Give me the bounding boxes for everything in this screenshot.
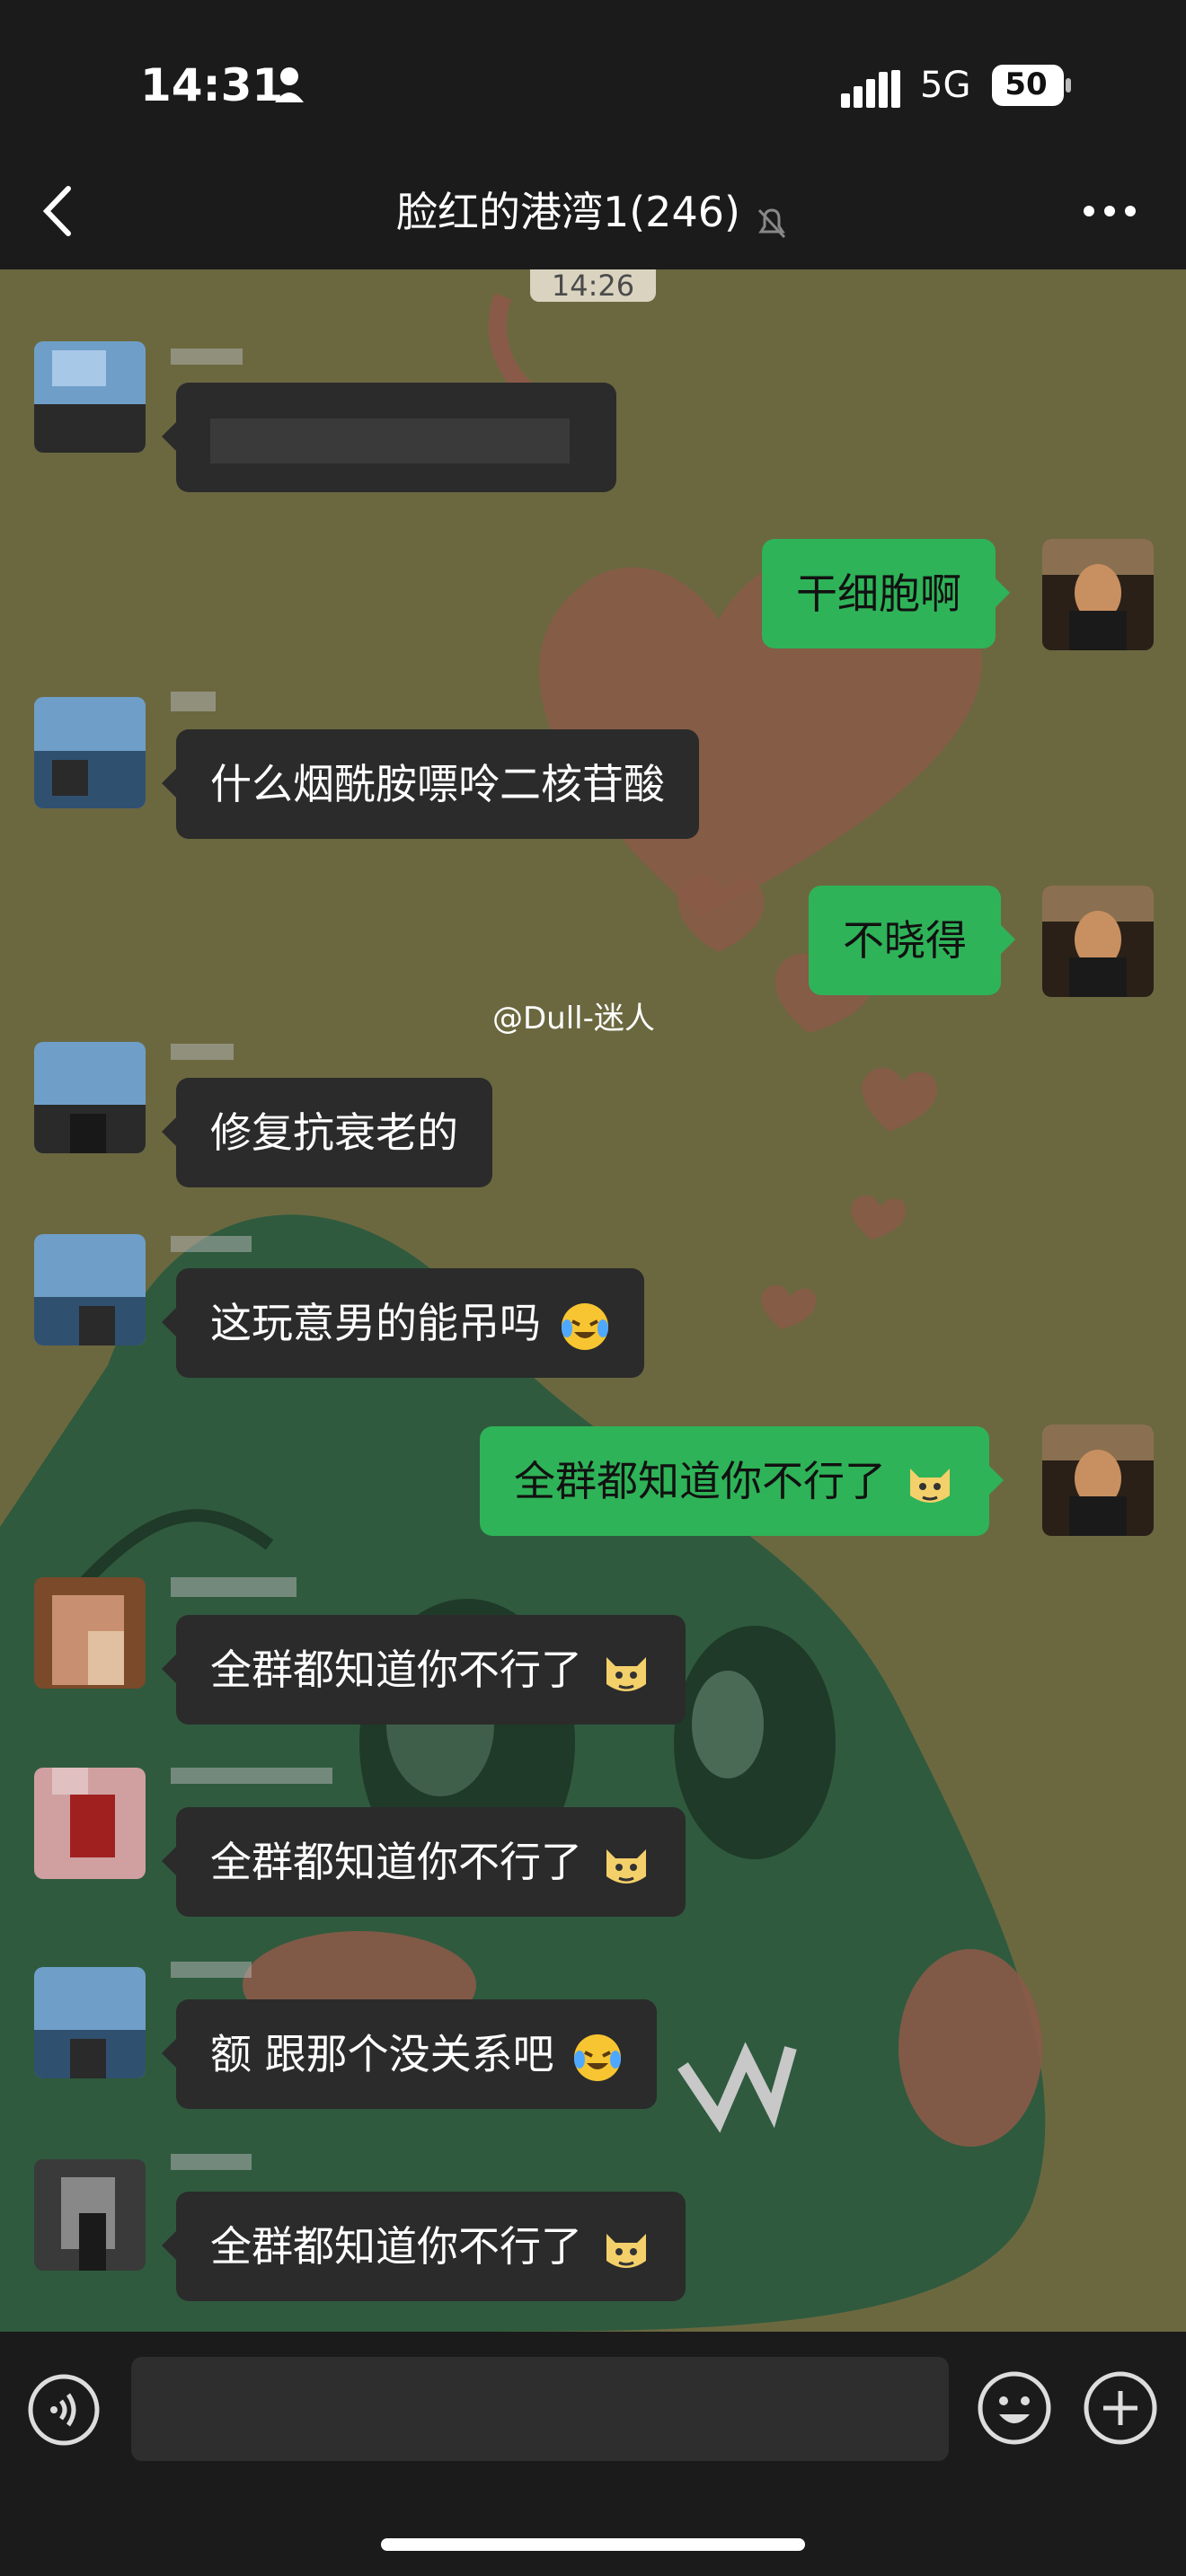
message-text: 全群都知道你不行了 (514, 1457, 886, 1505)
avatar[interactable] (34, 1234, 146, 1345)
sender-name (171, 1231, 270, 1257)
chat-title-area: 脸红的港湾1(246) (270, 180, 916, 241)
back-button[interactable] (36, 180, 81, 243)
message-bubble[interactable]: 全群都知道你不行了 (162, 2192, 686, 2301)
message-text: 不晓得 (843, 916, 967, 965)
voice-button[interactable] (27, 2373, 101, 2447)
sender-name (171, 343, 270, 370)
avatar[interactable] (34, 1967, 146, 2078)
mute-bell-icon (757, 207, 786, 238)
laugh-cry-emoji (561, 1302, 608, 1350)
chat-screen: 14:26 @Dull-迷人 干细胞啊 什么烟酰胺嘌呤二核苷酸 不晓得 修复抗衰… (0, 0, 1186, 2576)
sender-name (171, 1762, 386, 1789)
emoji-button[interactable] (976, 2369, 1053, 2447)
message-bubble[interactable]: 修复抗衰老的 (162, 1078, 492, 1187)
smug-cat-emoji (606, 1656, 646, 1691)
message-text: 修复抗衰老的 (210, 1108, 458, 1157)
message-text: 什么烟酰胺嘌呤二核苷酸 (210, 760, 665, 808)
chat-title: 脸红的港湾1(246) (395, 188, 740, 236)
add-attachment-button[interactable] (1082, 2369, 1159, 2447)
person-icon (275, 67, 304, 102)
message-bubble[interactable]: 干细胞啊 (762, 539, 1010, 648)
avatar[interactable] (34, 1768, 146, 1879)
home-indicator (381, 2538, 805, 2551)
sender-name (171, 1574, 368, 1601)
sender-name (171, 2148, 270, 2175)
message-text: 全群都知道你不行了 (210, 1838, 582, 1886)
sender-name (171, 1038, 270, 1065)
my-avatar[interactable] (1042, 1425, 1154, 1536)
avatar[interactable] (34, 1042, 146, 1153)
laugh-cry-emoji (574, 2033, 622, 2081)
message-bubble[interactable]: 这玩意男的能吊吗 (162, 1268, 644, 1378)
sender-name (171, 1956, 270, 1983)
message-text: 额 跟那个没关系吧 (210, 2030, 554, 2078)
message-bubble[interactable]: 额 跟那个没关系吧 (161, 1999, 658, 2109)
message-bubble[interactable]: 全群都知道你不行了 (480, 1426, 1004, 1536)
watermark-text: @Dull-迷人 (492, 1001, 655, 1037)
my-avatar[interactable] (1042, 539, 1154, 650)
message-timestamp: 14:26 (530, 269, 656, 302)
message-bubble[interactable]: 什么烟酰胺嘌呤二核苷酸 (162, 729, 699, 839)
avatar[interactable] (34, 1577, 146, 1689)
message-text: 这玩意男的能吊吗 (210, 1299, 541, 1347)
message-text: 全群都知道你不行了 (210, 1645, 582, 1694)
sender-name (171, 688, 225, 715)
smug-cat-emoji (909, 1468, 950, 1503)
message-bubble[interactable] (162, 383, 616, 492)
avatar[interactable] (34, 2159, 146, 2271)
message-text: 全群都知道你不行了 (210, 2222, 582, 2271)
smug-cat-emoji (606, 2233, 646, 2268)
smug-cat-emoji (606, 1848, 646, 1883)
more-options-icon[interactable] (1078, 193, 1141, 229)
message-text: 干细胞啊 (796, 569, 961, 618)
message-bubble[interactable]: 全群都知道你不行了 (162, 1807, 686, 1917)
status-time: 14:31 (140, 59, 284, 111)
avatar[interactable] (34, 697, 146, 808)
message-bubble[interactable]: 不晓得 (809, 886, 1015, 995)
message-input[interactable] (131, 2357, 949, 2461)
signal-icon (841, 70, 900, 108)
my-avatar[interactable] (1042, 886, 1154, 997)
avatar[interactable] (34, 341, 146, 453)
battery-level: 50 (1005, 66, 1048, 102)
top-bar: 14:31 5G 50 脸红的港湾1(246) (0, 0, 1186, 269)
network-type: 5G (920, 65, 971, 106)
message-bubble[interactable]: 全群都知道你不行了 (162, 1615, 686, 1725)
